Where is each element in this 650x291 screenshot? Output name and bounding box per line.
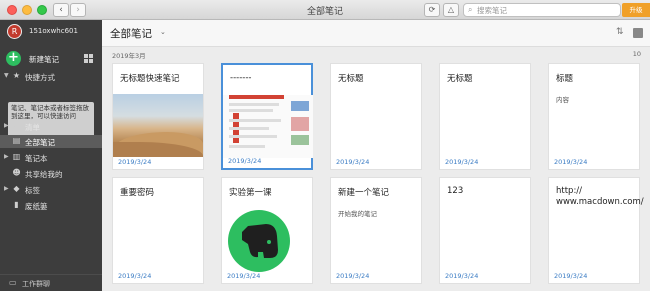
sidebar-item-label: 清单 — [25, 123, 40, 132]
note-card[interactable]: 123 2019/3/24 — [439, 177, 531, 284]
sort-icon[interactable]: ⇅ — [616, 27, 624, 37]
note-title: 新建一个笔记 — [338, 188, 390, 198]
view-mode-icon[interactable] — [633, 28, 643, 38]
note-date: 2019/3/24 — [445, 158, 479, 166]
note-date: 2019/3/24 — [554, 158, 588, 166]
note-title: http:// www.macdown.com/ — [556, 186, 644, 207]
section-date: 2019年3月 — [112, 52, 146, 60]
elephant-icon — [228, 210, 290, 272]
note-card[interactable]: 无标题快速笔记 2019/3/24 — [112, 63, 204, 170]
new-note-button[interactable]: + 新建笔记 — [6, 51, 98, 67]
page-title[interactable]: 全部笔记 — [110, 26, 152, 41]
collapse-arrow-icon[interactable]: ▶ — [4, 122, 9, 129]
note-card[interactable]: ------- 2019/3/24 — [221, 63, 313, 170]
note-title: 无标题 — [447, 74, 473, 84]
note-title: 标题 — [556, 74, 574, 84]
sidebar-item-tags[interactable]: ▶ ◆ 标签 — [0, 183, 102, 196]
sidebar-item-label: 快捷方式 — [25, 73, 55, 82]
collapse-arrow-icon[interactable]: ▶ — [4, 153, 9, 160]
bell-icon: △ — [447, 5, 455, 14]
sidebar-item-shared-with-me[interactable]: ☻ 共享给我的 — [0, 167, 102, 180]
note-card[interactable]: http:// www.macdown.com/ 2019/3/24 — [548, 177, 644, 284]
upgrade-button[interactable]: 升级 — [622, 3, 650, 17]
search-icon: ⌕ — [468, 5, 473, 14]
sidebar-item-label: 共享给我的 — [25, 170, 63, 179]
note-date: 2019/3/24 — [118, 272, 152, 280]
chat-icon: ▭ — [9, 278, 17, 287]
note-count: 10 — [632, 50, 641, 58]
sidebar-item-checklist[interactable]: ▶ ✔ 清单 — [0, 120, 102, 133]
new-note-label: 新建笔记 — [29, 55, 59, 64]
note-card[interactable]: 实验第一课 2019/3/24 — [221, 177, 313, 284]
sidebar-item-notebooks[interactable]: ▶ ▥ 笔记本 — [0, 151, 102, 164]
screenshot-thumbnail — [223, 95, 313, 158]
note-title: 实验第一课 — [229, 188, 272, 198]
notebook-icon: ▥ — [12, 152, 21, 161]
search-input[interactable] — [477, 5, 617, 16]
note-card[interactable]: 重要密码 2019/3/24 — [112, 177, 204, 284]
avatar: R — [7, 24, 22, 39]
note-title: 重要密码 — [120, 188, 155, 198]
sidebar-item-label: 笔记本 — [25, 154, 48, 163]
note-date: 2019/3/24 — [445, 272, 479, 280]
sidebar-item-label: 标签 — [25, 186, 40, 195]
evernote-logo-thumbnail — [222, 206, 312, 272]
collapse-arrow-icon[interactable]: ▶ — [4, 185, 9, 192]
search-box[interactable]: ⌕ — [463, 3, 621, 17]
sidebar-item-label: 废纸篓 — [25, 202, 48, 211]
notifications-button[interactable]: △ — [443, 3, 459, 17]
date-section-header: 2019年3月 10 — [102, 48, 650, 60]
note-card[interactable]: 新建一个笔记 开始我的笔记 2019/3/24 — [330, 177, 422, 284]
note-snippet: 开始我的笔记 — [338, 210, 377, 218]
chevron-down-icon[interactable]: ⌄ — [160, 28, 166, 36]
note-card[interactable]: 无标题 2019/3/24 — [439, 63, 531, 170]
check-circle-icon: ✔ — [13, 121, 20, 130]
sidebar-item-all-notes[interactable]: ▤ 全部笔记 — [0, 135, 102, 148]
note-title: 无标题快速笔记 — [120, 74, 180, 84]
sidebar: R 151oxwhc601 + 新建笔记 ▼ ★ 快捷方式 笔记、笔记本或者标签… — [0, 20, 102, 291]
sidebar-item-shortcuts[interactable]: ▼ ★ 快捷方式 — [0, 70, 102, 83]
grid-icon[interactable] — [84, 54, 93, 63]
username: 151oxwhc601 — [29, 27, 78, 35]
note-icon: ▤ — [12, 136, 21, 145]
note-date: 2019/3/24 — [227, 272, 261, 280]
note-title: 无标题 — [338, 74, 364, 84]
desert-thumbnail — [113, 94, 203, 157]
plus-icon: + — [6, 51, 21, 66]
note-date: 2019/3/24 — [228, 157, 262, 165]
tag-icon: ◆ — [13, 184, 20, 193]
work-chat-button[interactable]: ▭ 工作群聊 — [0, 274, 102, 291]
note-snippet: 内容 — [556, 96, 569, 104]
note-title: 123 — [447, 186, 464, 196]
account-menu[interactable]: R 151oxwhc601 — [0, 20, 102, 44]
note-card[interactable]: 标题 内容 2019/3/24 — [548, 63, 640, 170]
sidebar-item-label: 全部笔记 — [25, 138, 55, 147]
star-icon: ★ — [12, 71, 21, 80]
note-card[interactable]: 无标题 2019/3/24 — [330, 63, 422, 170]
note-date: 2019/3/24 — [118, 158, 152, 166]
note-date: 2019/3/24 — [554, 272, 588, 280]
expand-arrow-icon[interactable]: ▼ — [4, 72, 9, 79]
note-date: 2019/3/24 — [336, 272, 370, 280]
people-icon: ☻ — [12, 168, 21, 177]
title-bar: ‹ › 全部笔记 ⟳ △ ⌕ 升级 — [0, 0, 650, 20]
note-title: ------- — [230, 73, 252, 83]
sync-button[interactable]: ⟳ — [424, 3, 440, 17]
notes-panel: 全部笔记 ⌄ ⇅ 2019年3月 10 无标题快速笔记 2019/3/24 --… — [102, 20, 650, 291]
work-chat-label: 工作群聊 — [22, 280, 50, 288]
sidebar-item-trash[interactable]: ▮ 废纸篓 — [0, 199, 102, 212]
trash-icon: ▮ — [14, 200, 19, 209]
sync-icon: ⟳ — [428, 5, 436, 14]
notes-header: 全部笔记 ⌄ ⇅ — [102, 20, 650, 47]
note-date: 2019/3/24 — [336, 158, 370, 166]
